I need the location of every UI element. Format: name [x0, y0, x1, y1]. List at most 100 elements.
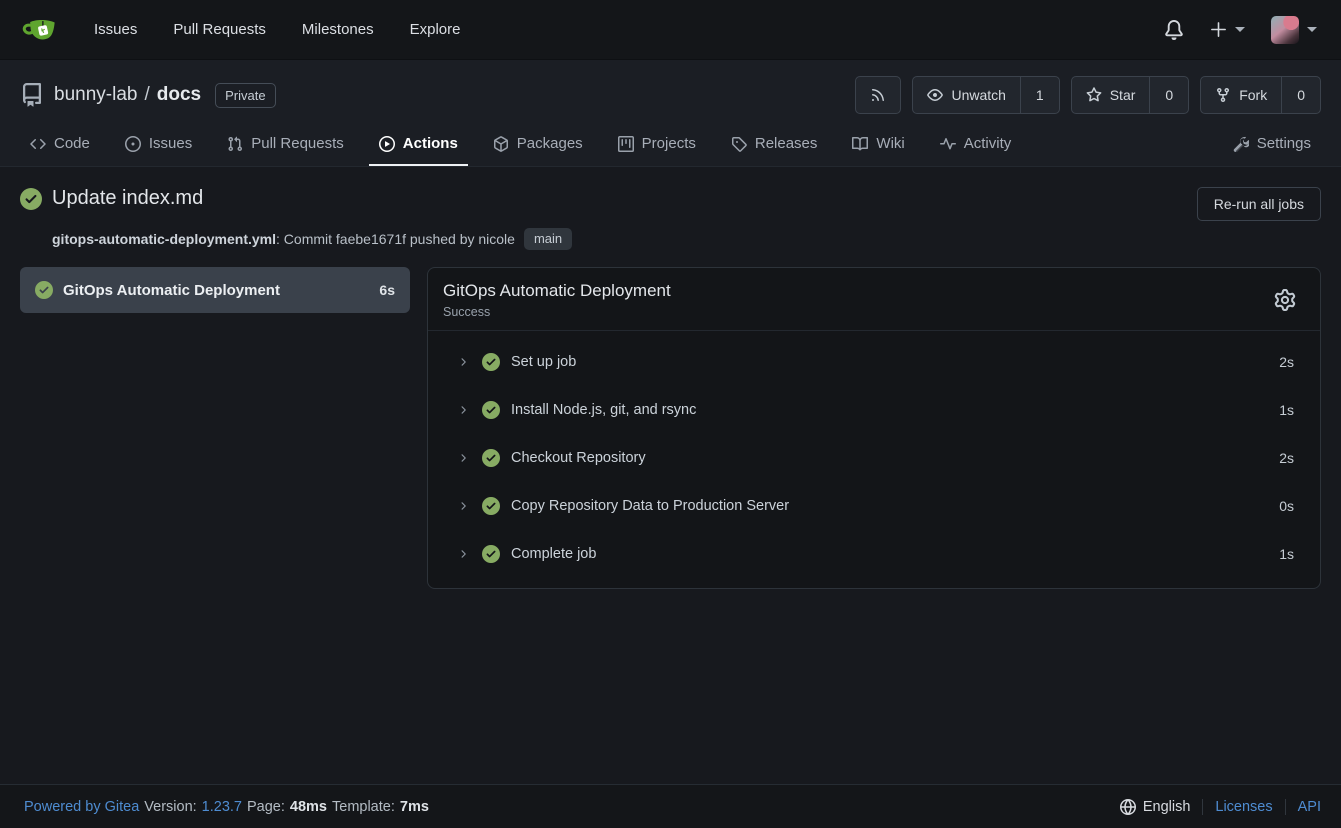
book-icon — [852, 136, 868, 152]
tab-issues[interactable]: Issues — [115, 122, 202, 166]
step-duration: 2s — [1279, 354, 1294, 370]
commit-info: : Commit faebe1671f pushed by nicole — [276, 231, 515, 247]
watch-button-group: Unwatch 1 — [912, 76, 1059, 114]
plus-icon — [1210, 21, 1227, 38]
user-menu-button[interactable] — [1271, 16, 1317, 44]
page-time: 48ms — [290, 799, 327, 815]
gear-icon[interactable] — [1274, 289, 1296, 311]
step-row[interactable]: Checkout Repository 2s — [428, 434, 1320, 482]
pull-request-icon — [227, 136, 243, 152]
job-list-item[interactable]: GitOps Automatic Deployment 6s — [20, 267, 410, 313]
repo-owner-link[interactable]: bunny-lab — [54, 84, 137, 105]
tab-pull-requests[interactable]: Pull Requests — [217, 122, 354, 166]
step-row[interactable]: Copy Repository Data to Production Serve… — [428, 482, 1320, 530]
powered-by-gitea-link[interactable]: Powered by Gitea — [24, 799, 139, 815]
repo-name-link[interactable]: docs — [157, 84, 201, 105]
unwatch-button[interactable]: Unwatch — [913, 77, 1019, 113]
top-navbar: Issues Pull Requests Milestones Explore — [0, 0, 1341, 60]
version-label: Version: — [144, 799, 196, 815]
star-button[interactable]: Star — [1072, 77, 1150, 113]
star-icon — [1086, 87, 1102, 103]
chevron-right-icon — [457, 452, 469, 464]
stars-count[interactable]: 0 — [1149, 77, 1188, 113]
step-name: Copy Repository Data to Production Serve… — [511, 498, 789, 514]
tag-icon — [731, 136, 747, 152]
success-check-circle-icon — [482, 401, 500, 419]
job-duration: 6s — [379, 282, 395, 298]
nav-link-pull-requests[interactable]: Pull Requests — [155, 0, 284, 59]
tab-packages[interactable]: Packages — [483, 122, 593, 166]
nav-link-milestones[interactable]: Milestones — [284, 0, 392, 59]
job-list: GitOps Automatic Deployment 6s — [20, 267, 410, 313]
success-check-circle-icon — [482, 449, 500, 467]
job-steps-panel: GitOps Automatic Deployment Success Set … — [427, 267, 1321, 589]
fork-button-group: Fork 0 — [1200, 76, 1321, 114]
step-duration: 2s — [1279, 450, 1294, 466]
repo-header: bunny-lab / docs Private Unwatch 1 Star — [0, 60, 1341, 167]
watchers-count[interactable]: 1 — [1020, 77, 1059, 113]
step-row[interactable]: Set up job 2s — [428, 338, 1320, 386]
language-selector[interactable]: English — [1108, 799, 1203, 815]
wrench-icon — [1233, 136, 1249, 152]
run-title: Update index.md — [52, 187, 203, 210]
gitea-logo-icon[interactable] — [22, 14, 60, 46]
branch-badge[interactable]: main — [524, 228, 572, 250]
chevron-right-icon — [457, 404, 469, 416]
code-icon — [30, 136, 46, 152]
nav-link-explore[interactable]: Explore — [392, 0, 479, 59]
rerun-all-jobs-button[interactable]: Re-run all jobs — [1197, 187, 1321, 221]
rss-icon — [870, 87, 886, 103]
version-link[interactable]: 1.23.7 — [202, 799, 242, 815]
notifications-bell-icon[interactable] — [1164, 20, 1184, 40]
pulse-icon — [940, 136, 956, 152]
issue-icon — [125, 136, 141, 152]
step-row[interactable]: Install Node.js, git, and rsync 1s — [428, 386, 1320, 434]
success-check-circle-icon — [35, 281, 53, 299]
job-name: GitOps Automatic Deployment — [63, 282, 280, 299]
workflow-file-name[interactable]: gitops-automatic-deployment.yml — [52, 231, 276, 247]
navbar-right — [1164, 16, 1317, 44]
job-status-text: Success — [443, 305, 671, 319]
tab-settings[interactable]: Settings — [1223, 122, 1321, 166]
step-row[interactable]: Complete job 1s — [428, 530, 1320, 578]
success-check-circle-icon — [482, 353, 500, 371]
template-label: Template: — [332, 799, 395, 815]
repo-tabs: Code Issues Pull Requests Actions Packag… — [20, 122, 1321, 166]
avatar — [1271, 16, 1299, 44]
tab-activity[interactable]: Activity — [930, 122, 1022, 166]
repo-breadcrumb: bunny-lab / docs — [54, 84, 201, 106]
step-name: Set up job — [511, 354, 576, 370]
forks-count[interactable]: 0 — [1281, 77, 1320, 113]
tab-projects[interactable]: Projects — [608, 122, 706, 166]
rss-button[interactable] — [855, 76, 901, 114]
page-label: Page: — [247, 799, 285, 815]
step-name: Complete job — [511, 546, 596, 562]
tab-actions[interactable]: Actions — [369, 122, 468, 166]
private-badge: Private — [215, 83, 275, 108]
repo-book-icon — [20, 83, 44, 107]
star-button-group: Star 0 — [1071, 76, 1189, 114]
steps-list: Set up job 2s Install Node.js, git, and … — [428, 331, 1320, 588]
globe-icon — [1120, 799, 1136, 815]
footer: Powered by Gitea Version: 1.23.7 Page: 4… — [0, 784, 1341, 828]
tab-wiki[interactable]: Wiki — [842, 122, 914, 166]
template-time: 7ms — [400, 799, 429, 815]
play-circle-icon — [379, 136, 395, 152]
chevron-down-icon — [1307, 27, 1317, 32]
chevron-right-icon — [457, 548, 469, 560]
create-new-button[interactable] — [1210, 21, 1245, 38]
success-check-circle-icon — [482, 545, 500, 563]
api-link[interactable]: API — [1285, 799, 1321, 815]
breadcrumb-separator: / — [144, 84, 149, 105]
step-name: Install Node.js, git, and rsync — [511, 402, 696, 418]
chevron-down-icon — [1235, 27, 1245, 32]
project-board-icon — [618, 136, 634, 152]
repo-action-buttons: Unwatch 1 Star 0 Fork 0 — [855, 76, 1321, 114]
fork-button[interactable]: Fork — [1201, 77, 1281, 113]
fork-icon — [1215, 87, 1231, 103]
success-check-circle-icon — [482, 497, 500, 515]
tab-code[interactable]: Code — [20, 122, 100, 166]
nav-link-issues[interactable]: Issues — [76, 0, 155, 59]
tab-releases[interactable]: Releases — [721, 122, 828, 166]
licenses-link[interactable]: Licenses — [1202, 799, 1284, 815]
